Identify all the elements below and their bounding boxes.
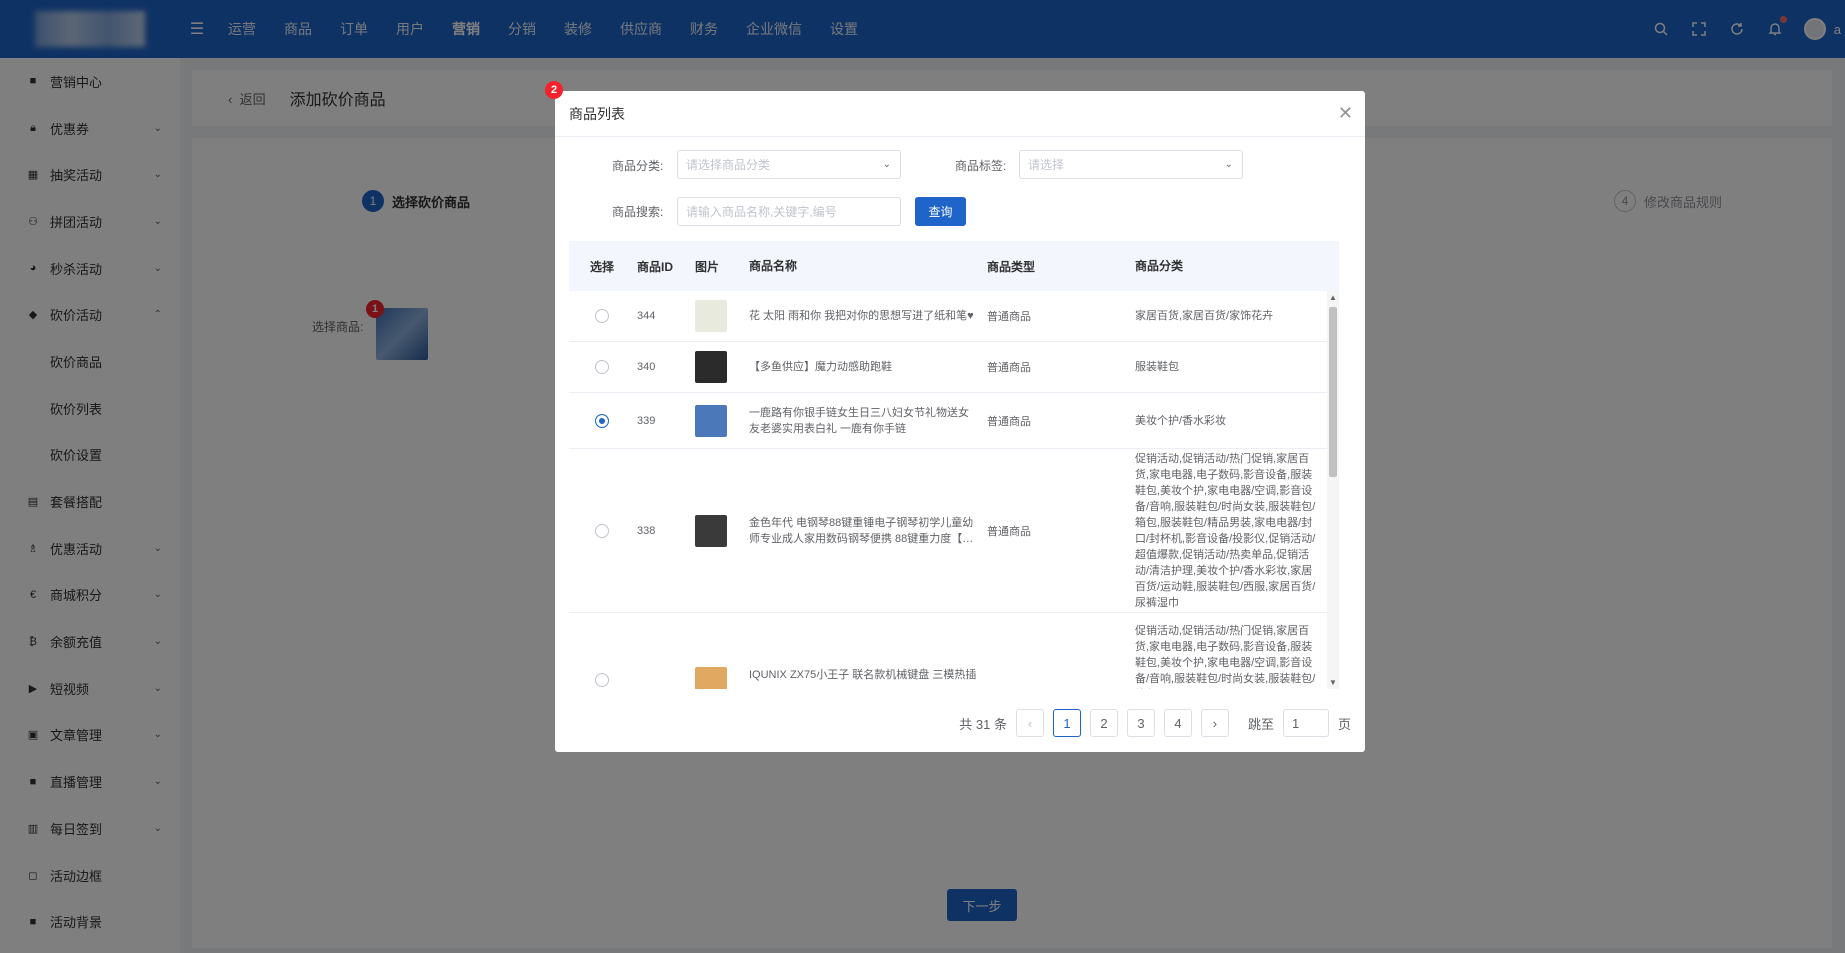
tag-placeholder: 请选择 xyxy=(1028,158,1065,172)
next-page-button[interactable]: › xyxy=(1200,709,1229,737)
category-label: 商品分类: xyxy=(612,159,664,173)
chevron-down-icon: ⌄ xyxy=(882,159,891,170)
row-type: 普通商品 xyxy=(987,362,1031,374)
filter-form: 商品分类: 请选择商品分类 ⌄ 商品标签: 请选择 ⌄ 商品搜索: 请输入商品名称,… xyxy=(555,137,1365,241)
jump-page-input[interactable]: 1 xyxy=(1282,709,1329,737)
jump-label: 跳至 xyxy=(1247,716,1274,732)
page-3-button[interactable]: 3 xyxy=(1126,709,1155,737)
row-category: 促销活动,促销活动/热门促销,家居百货,家电电器,电子数码,影音设备,服装鞋包,… xyxy=(1135,452,1316,609)
table-row[interactable]: IQUNIX ZX75小王子 联名款机械键盘 三模热插 促销活动,促销活动/热门… xyxy=(569,613,1339,689)
product-table: 选择 商品ID 图片 商品名称 商品类型 商品分类 344 花 太阳 雨和你 我… xyxy=(569,241,1339,689)
row-type: 普通商品 xyxy=(987,525,1031,538)
close-icon[interactable]: ✕ xyxy=(1338,104,1353,122)
col-category: 商品分类 xyxy=(1135,259,1184,273)
row-radio[interactable] xyxy=(595,360,609,374)
search-placeholder: 请输入商品名称,关键字,编号 xyxy=(686,205,837,219)
row-type: 普通商品 xyxy=(987,415,1031,428)
chevron-down-icon: ⌄ xyxy=(1224,159,1233,170)
row-radio[interactable] xyxy=(595,309,609,323)
prev-page-button[interactable]: ‹ xyxy=(1015,709,1044,737)
tag-label: 商品标签: xyxy=(955,159,1007,173)
row-id: 339 xyxy=(637,414,656,427)
query-button[interactable]: 查询 xyxy=(915,197,966,226)
row-radio[interactable] xyxy=(595,523,609,538)
row-type: 普通商品 xyxy=(987,311,1031,323)
scroll-up-icon[interactable]: ▲ xyxy=(1329,293,1337,302)
scrollbar-thumb[interactable] xyxy=(1329,307,1337,477)
scroll-down-icon[interactable]: ▼ xyxy=(1329,678,1337,687)
col-id: 商品ID xyxy=(637,259,674,274)
modal-header: 商品列表 ✕ xyxy=(555,91,1365,137)
product-thumbnail xyxy=(695,514,727,547)
row-name: IQUNIX ZX75小王子 联名款机械键盘 三模热插 xyxy=(749,669,977,681)
row-category: 家居百货,家居百货/家饰花卉 xyxy=(1135,310,1274,322)
row-name: 【多鱼供应】魔力动感助跑鞋 xyxy=(749,361,892,373)
product-list-modal: 2 商品列表 ✕ 商品分类: 请选择商品分类 ⌄ 商品标签: 请选择 ⌄ 商品搜索:… xyxy=(545,81,1365,752)
product-thumbnail xyxy=(695,404,727,437)
tag-select[interactable]: 请选择 ⌄ xyxy=(1019,150,1243,179)
row-category: 促销活动,促销活动/热门促销,家居百货,家电电器,电子数码,影音设备,服装鞋包,… xyxy=(1135,625,1316,685)
modal-title: 商品列表 xyxy=(569,105,625,122)
row-id: 338 xyxy=(637,524,656,537)
row-id: 340 xyxy=(637,361,656,373)
page-2-button[interactable]: 2 xyxy=(1089,709,1118,737)
table-scrollbar[interactable]: ▲ ▼ xyxy=(1327,291,1339,689)
product-thumbnail xyxy=(695,300,727,332)
row-radio-selected[interactable] xyxy=(595,413,609,428)
search-input[interactable]: 请输入商品名称,关键字,编号 xyxy=(677,197,901,226)
total-count: 共 31 条 xyxy=(959,716,1007,732)
page-1-button[interactable]: 1 xyxy=(1052,709,1081,737)
page-unit: 页 xyxy=(1337,716,1351,732)
page-4-button[interactable]: 4 xyxy=(1163,709,1192,737)
table-row[interactable]: 338 金色年代 电钢琴88键重锤电子钢琴初学儿童幼师专业成人家用数码钢琴便携 … xyxy=(569,449,1339,613)
col-name: 商品名称 xyxy=(749,259,798,273)
pagination: 共 31 条 ‹ 1 2 3 4 › 跳至 1 页 xyxy=(959,709,1351,737)
row-category: 美妆个护/香水彩妆 xyxy=(1135,414,1227,427)
row-name: 花 太阳 雨和你 我把对你的思想写进了纸和笔♥ xyxy=(749,310,974,322)
table-row[interactable]: 339 一鹿路有你银手链女生日三八妇女节礼物送女友老婆实用表白礼 一鹿有你手链 … xyxy=(569,393,1339,449)
product-thumbnail xyxy=(695,667,727,689)
col-select: 选择 xyxy=(589,259,614,274)
row-id: 344 xyxy=(637,310,656,322)
table-row[interactable]: 344 花 太阳 雨和你 我把对你的思想写进了纸和笔♥ 普通商品 家居百货,家居… xyxy=(569,291,1339,342)
row-category: 服装鞋包 xyxy=(1135,361,1179,373)
category-select[interactable]: 请选择商品分类 ⌄ xyxy=(677,150,901,179)
col-type: 商品类型 xyxy=(987,259,1036,274)
row-name: 金色年代 电钢琴88键重锤电子钢琴初学儿童幼师专业成人家用数码钢琴便携 88键重… xyxy=(749,516,974,545)
search-label: 商品搜索: xyxy=(612,205,664,219)
table-row[interactable]: 340 【多鱼供应】魔力动感助跑鞋 普通商品 服装鞋包 xyxy=(569,342,1339,393)
row-name: 一鹿路有你银手链女生日三八妇女节礼物送女友老婆实用表白礼 一鹿有你手链 xyxy=(749,406,969,435)
product-thumbnail xyxy=(695,351,727,383)
col-image: 图片 xyxy=(695,259,720,274)
table-header: 选择 商品ID 图片 商品名称 商品类型 商品分类 xyxy=(569,241,1339,291)
category-placeholder: 请选择商品分类 xyxy=(686,158,771,172)
row-radio[interactable] xyxy=(595,673,609,687)
